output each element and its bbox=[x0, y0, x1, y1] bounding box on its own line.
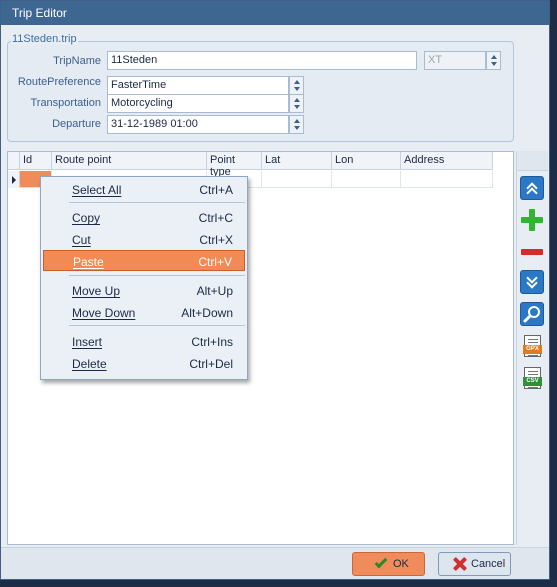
spin-up-icon bbox=[491, 55, 497, 59]
search-button[interactable] bbox=[520, 302, 544, 326]
menu-item-shortcut: Ctrl+V bbox=[198, 255, 232, 269]
device-model-spinner[interactable] bbox=[486, 51, 501, 70]
departure-field[interactable]: 31-12-1989 01:00 bbox=[107, 115, 289, 134]
menu-item-paste[interactable]: Paste Ctrl+V bbox=[43, 250, 245, 271]
menu-item-label: Move Down bbox=[72, 306, 136, 320]
spin-up-icon bbox=[294, 80, 300, 84]
search-icon bbox=[523, 306, 540, 323]
ok-button-label: OK bbox=[393, 558, 409, 570]
context-menu: Select All Ctrl+A Copy Ctrl+C Cut Ctrl+X… bbox=[40, 176, 248, 380]
device-model-field[interactable]: XT bbox=[424, 51, 486, 70]
menu-item-shortcut: Ctrl+Del bbox=[189, 357, 233, 371]
menu-item-move-up[interactable]: Move Up Alt+Up bbox=[43, 280, 245, 301]
csv-file-icon: CSV bbox=[523, 367, 542, 389]
menu-item-label: Select All bbox=[72, 183, 122, 197]
menu-item-shortcut: Ctrl+X bbox=[199, 233, 233, 247]
trip-name-label: TripName bbox=[53, 55, 101, 67]
menu-separator bbox=[69, 202, 245, 203]
gpx-file-icon: GPX bbox=[523, 335, 542, 357]
menu-item-label: Cut bbox=[72, 233, 91, 247]
gpx-file-tag: GPX bbox=[523, 345, 542, 354]
spin-up-icon bbox=[294, 98, 300, 102]
menu-item-label: Move Up bbox=[72, 284, 121, 298]
column-header-address[interactable]: Address bbox=[401, 152, 493, 170]
transportation-field[interactable]: Motorcycling bbox=[107, 94, 289, 113]
remove-point-button[interactable] bbox=[520, 240, 544, 264]
menu-item-label: Insert bbox=[72, 335, 103, 349]
grid-toolbar: GPX CSV bbox=[516, 151, 548, 545]
trip-file-caption: 11Steden.trip bbox=[11, 33, 78, 45]
grid-cell-lat[interactable] bbox=[262, 171, 332, 188]
column-header-point-type[interactable]: Point type bbox=[207, 152, 262, 178]
menu-item-cut[interactable]: Cut Ctrl+X bbox=[43, 229, 245, 250]
csv-file-tag: CSV bbox=[523, 377, 542, 386]
route-preference-spinner[interactable] bbox=[289, 76, 304, 95]
move-top-button[interactable] bbox=[520, 176, 544, 200]
cancel-button[interactable]: Cancel bbox=[438, 552, 511, 576]
spin-down-icon bbox=[294, 105, 300, 109]
route-preference-field[interactable]: FasterTime bbox=[107, 76, 289, 95]
column-header-id[interactable]: Id bbox=[20, 152, 52, 170]
row-indicator-header bbox=[8, 152, 20, 170]
menu-item-shortcut: Ctrl+A bbox=[199, 183, 233, 197]
desktop-background bbox=[0, 580, 557, 587]
move-bottom-button[interactable] bbox=[520, 270, 544, 294]
route-preference-label: RoutePreference bbox=[17, 76, 101, 88]
title-bar[interactable]: Trip Editor bbox=[1, 1, 549, 25]
transportation-spinner[interactable] bbox=[289, 94, 304, 113]
departure-label: Departure bbox=[52, 118, 101, 130]
transportation-label: Transportation bbox=[30, 97, 101, 109]
current-row-indicator bbox=[8, 171, 20, 188]
trip-name-field[interactable]: 11Steden bbox=[107, 51, 417, 70]
toolbar-header-strip bbox=[517, 151, 548, 171]
menu-item-shortcut: Ctrl+Ins bbox=[191, 335, 233, 349]
menu-item-copy[interactable]: Copy Ctrl+C bbox=[43, 207, 245, 228]
spin-down-icon bbox=[491, 62, 497, 66]
menu-item-label: Paste bbox=[73, 255, 104, 269]
window-title: Trip Editor bbox=[12, 6, 67, 20]
menu-item-label: Delete bbox=[72, 357, 107, 371]
grid-cell-address[interactable] bbox=[401, 171, 493, 188]
column-header-route-point[interactable]: Route point bbox=[52, 152, 207, 170]
column-header-lon[interactable]: Lon bbox=[332, 152, 401, 170]
menu-item-delete[interactable]: Delete Ctrl+Del bbox=[43, 353, 245, 374]
menu-item-shortcut: Ctrl+C bbox=[198, 211, 233, 225]
dialog-footer: OK Cancel bbox=[1, 547, 549, 579]
menu-separator bbox=[69, 275, 245, 276]
checkmark-icon bbox=[374, 555, 388, 569]
row-pointer-icon bbox=[12, 176, 16, 184]
spin-down-icon bbox=[294, 126, 300, 130]
menu-item-insert[interactable]: Insert Ctrl+Ins bbox=[43, 331, 245, 352]
menu-item-shortcut: Alt+Up bbox=[196, 284, 233, 298]
menu-item-select-all[interactable]: Select All Ctrl+A bbox=[43, 179, 245, 200]
gpx-export-button[interactable]: GPX bbox=[520, 334, 544, 358]
desktop-background bbox=[550, 0, 557, 587]
csv-export-button[interactable]: CSV bbox=[520, 366, 544, 390]
add-point-button[interactable] bbox=[520, 208, 544, 232]
close-icon bbox=[453, 557, 467, 571]
menu-item-shortcut: Alt+Down bbox=[181, 306, 233, 320]
column-header-lat[interactable]: Lat bbox=[262, 152, 332, 170]
spin-up-icon bbox=[294, 119, 300, 123]
grid-cell-lon[interactable] bbox=[332, 171, 401, 188]
menu-item-move-down[interactable]: Move Down Alt+Down bbox=[43, 302, 245, 323]
menu-separator bbox=[69, 325, 245, 326]
cancel-button-label: Cancel bbox=[471, 558, 506, 570]
ok-button[interactable]: OK bbox=[352, 552, 425, 576]
menu-item-label: Copy bbox=[72, 211, 101, 225]
departure-spinner[interactable] bbox=[289, 115, 304, 134]
spin-down-icon bbox=[294, 87, 300, 91]
